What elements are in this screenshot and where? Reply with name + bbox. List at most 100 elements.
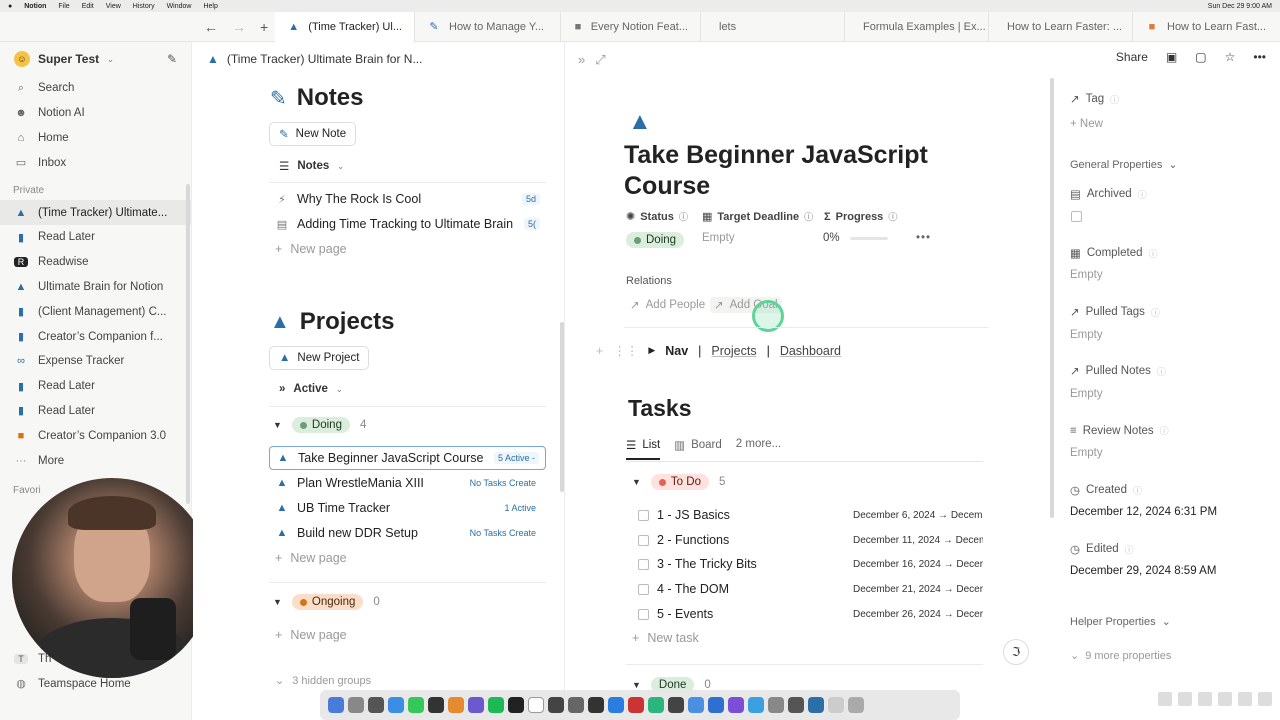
tab-time-tracker[interactable]: ▲ (Time Tracker) Ul... xyxy=(275,11,415,42)
tab-list[interactable]: ☰ List xyxy=(626,438,661,460)
app-icon[interactable] xyxy=(508,697,524,713)
workspace-switcher[interactable]: ☺ Super Test ⌄ ✎ xyxy=(0,42,191,76)
forward-arrow-icon[interactable]: → xyxy=(232,19,246,35)
tab-lets[interactable]: lets xyxy=(701,11,845,42)
more-options-icon[interactable]: ••• xyxy=(916,232,931,244)
task-checkbox[interactable] xyxy=(638,583,649,595)
share-button[interactable]: Share xyxy=(1116,50,1148,64)
file-icon[interactable] xyxy=(1258,692,1272,706)
sidebar-inbox[interactable]: ▭ Inbox xyxy=(0,150,191,175)
back-arrow-icon[interactable]: ← xyxy=(204,19,218,35)
sidebar-item-readwise[interactable]: R Readwise xyxy=(0,250,191,275)
menu-history[interactable]: History xyxy=(133,3,155,10)
app-icon[interactable] xyxy=(568,697,584,713)
app-icon[interactable] xyxy=(688,697,704,713)
pulled-notes-property[interactable]: ↗ Pulled Notes ⓘ xyxy=(1070,364,1166,378)
doing-group-header[interactable]: ▼ Doing 4 xyxy=(273,417,366,433)
task-row[interactable]: 3 - The Tricky Bits December 16, 2024 → D… xyxy=(638,552,983,576)
downloads-icon[interactable] xyxy=(828,697,844,713)
comment-icon[interactable]: ▢ xyxy=(1195,50,1206,64)
sidebar-more[interactable]: ··· More xyxy=(0,448,191,473)
tag-property[interactable]: ↗ Tag ⓘ xyxy=(1070,92,1119,106)
sidebar-notion-ai[interactable]: ☻ Notion AI xyxy=(0,101,191,126)
menu-app-name[interactable]: Notion xyxy=(24,3,46,10)
expand-icon[interactable]: ⤢ xyxy=(595,52,605,68)
calendar-icon[interactable] xyxy=(548,697,564,713)
hidden-groups-toggle[interactable]: ⌄ 3 hidden groups xyxy=(275,674,371,688)
app-icon[interactable] xyxy=(748,697,764,713)
apple-icon[interactable]: ● xyxy=(8,3,12,10)
file-icon[interactable] xyxy=(1238,692,1252,706)
task-checkbox[interactable] xyxy=(638,558,649,570)
settings-icon[interactable] xyxy=(368,697,384,713)
note-row[interactable]: ▤ Adding Time Tracking to Ultimate Brain 5… xyxy=(269,212,546,236)
app-icon[interactable] xyxy=(628,697,644,713)
task-row[interactable]: 1 - JS Basics December 6, 2024 → Decem xyxy=(638,503,983,527)
project-row[interactable]: ▲ Take Beginner JavaScript Course 5 Active… xyxy=(269,446,546,470)
vscode-icon[interactable] xyxy=(608,697,624,713)
app-icon[interactable] xyxy=(668,697,684,713)
star-icon[interactable]: ☆ xyxy=(1225,50,1236,64)
more-icon[interactable]: ••• xyxy=(1253,50,1266,64)
task-row[interactable]: 2 - Functions December 11, 2024 → Decem xyxy=(638,528,983,552)
triangle-right-icon[interactable]: ▶ xyxy=(648,345,655,356)
projects-view-selector[interactable]: » Active ⌄ xyxy=(279,383,343,395)
sidebar-search[interactable]: ⌕ Search xyxy=(0,76,191,101)
app-icon[interactable] xyxy=(708,697,724,713)
tab-how-to-learn-2[interactable]: ■ How to Learn Fast... xyxy=(1133,12,1280,42)
new-tab-icon[interactable]: + xyxy=(260,19,268,35)
plus-icon[interactable]: + xyxy=(596,344,603,358)
browser-icon[interactable] xyxy=(388,697,404,713)
collapse-icon[interactable]: » xyxy=(578,52,585,68)
new-page-button[interactable]: + New page xyxy=(275,551,347,565)
app-icon[interactable] xyxy=(648,697,664,713)
tab-how-to-manage[interactable]: ✎ How to Manage Y... xyxy=(415,11,561,42)
app-icon[interactable] xyxy=(588,697,604,713)
tab-every-notion[interactable]: ■ Every Notion Feat... xyxy=(561,11,701,42)
task-checkbox[interactable] xyxy=(638,534,649,546)
app-icon[interactable] xyxy=(808,697,824,713)
task-row[interactable]: 5 - Events December 26, 2024 → Decer xyxy=(638,602,983,626)
sidebar-item-creators-companion[interactable]: ▮ Creator’s Companion f... xyxy=(0,324,191,349)
sidebar-item-time-tracker[interactable]: ▲ (Time Tracker) Ultimate... xyxy=(0,200,191,225)
messages-icon[interactable] xyxy=(408,697,424,713)
sidebar-item-read-later-3[interactable]: ▮ Read Later xyxy=(0,399,191,424)
tab-how-to-learn-1[interactable]: How to Learn Faster: ... xyxy=(989,11,1133,42)
review-notes-value[interactable]: Empty xyxy=(1070,447,1103,459)
menu-window[interactable]: Window xyxy=(167,3,192,10)
task-checkbox[interactable] xyxy=(638,608,649,620)
new-task-button[interactable]: + New task xyxy=(632,631,699,645)
app-icon[interactable] xyxy=(788,697,804,713)
menu-view[interactable]: View xyxy=(106,3,121,10)
app-icon[interactable] xyxy=(768,697,784,713)
archived-property[interactable]: ▤ Archived ⓘ xyxy=(1070,187,1147,201)
file-icon[interactable] xyxy=(1218,692,1232,706)
menu-help[interactable]: Help xyxy=(203,3,217,10)
sidebar-toggle-icon[interactable]: ▣ xyxy=(1166,50,1177,64)
nav-link-projects[interactable]: Projects xyxy=(711,344,756,358)
tab-formula-examples[interactable]: Formula Examples | Ex... xyxy=(845,11,989,42)
sidebar-item-read-later-2[interactable]: ▮ Read Later xyxy=(0,374,191,399)
sidebar-scrollbar[interactable] xyxy=(186,184,190,504)
main-scrollbar[interactable] xyxy=(1050,78,1054,518)
notes-view-selector[interactable]: ☰ Notes ⌄ xyxy=(279,159,344,173)
deadline-property-header[interactable]: ▦ Target Deadline ⓘ xyxy=(702,210,813,224)
completed-property[interactable]: ▦ Completed ⓘ xyxy=(1070,246,1158,260)
menu-file[interactable]: File xyxy=(58,3,69,10)
rocket-icon[interactable]: ▲ xyxy=(628,108,652,136)
menu-edit[interactable]: Edit xyxy=(82,3,94,10)
new-page-icon[interactable]: ✎ xyxy=(167,52,177,66)
task-checkbox[interactable] xyxy=(638,509,649,521)
tab-board[interactable]: ▥ Board xyxy=(674,438,722,458)
notion-ai-icon[interactable]: ℑ xyxy=(1003,639,1029,665)
breadcrumb[interactable]: ▲ (Time Tracker) Ultimate Brain for N... xyxy=(193,42,564,76)
status-value[interactable]: Doing xyxy=(626,232,685,248)
general-properties-toggle[interactable]: General Properties ⌄ xyxy=(1070,158,1178,172)
pulled-tags-property[interactable]: ↗ Pulled Tags ⓘ xyxy=(1070,305,1160,319)
pulled-tags-value[interactable]: Empty xyxy=(1070,329,1103,341)
sidebar-item-read-later[interactable]: ▮ Read Later xyxy=(0,225,191,250)
project-row[interactable]: ▲ UB Time Tracker 1 Active xyxy=(269,496,546,520)
nav-link-dashboard[interactable]: Dashboard xyxy=(780,344,841,358)
pulled-notes-value[interactable]: Empty xyxy=(1070,388,1103,400)
drag-handle-icon[interactable]: ⋮⋮ xyxy=(613,343,638,358)
